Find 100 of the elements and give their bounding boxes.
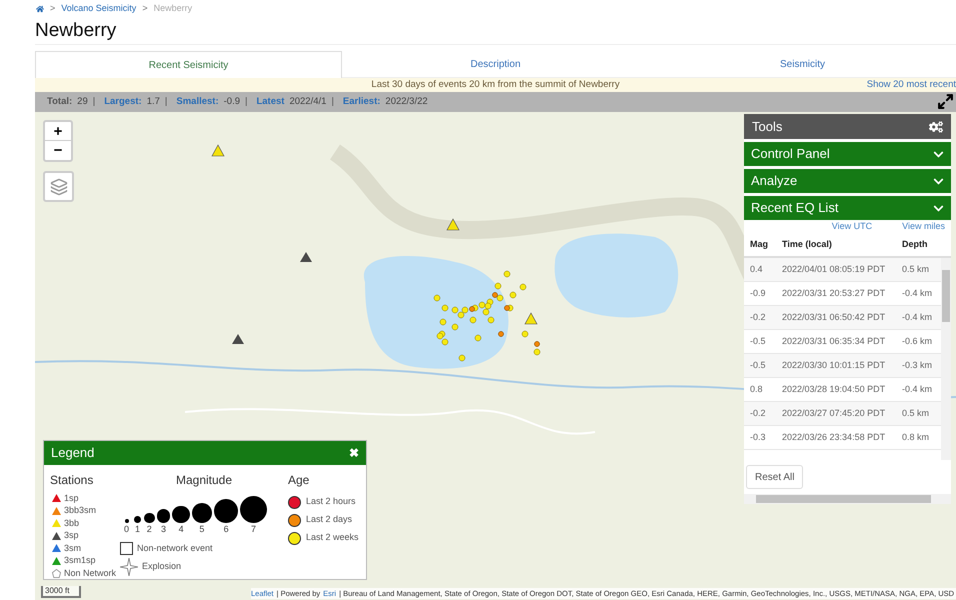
earthquake-dot[interactable] xyxy=(462,306,468,314)
earthquake-dot[interactable] xyxy=(504,270,510,278)
scrollbar-thumb[interactable] xyxy=(756,495,931,503)
square-icon xyxy=(120,542,133,556)
earthquake-dot[interactable] xyxy=(492,292,498,298)
accordion-header[interactable]: Analyze xyxy=(744,169,951,193)
table-cell-text: 2022/03/31 20:53:27 PDT xyxy=(782,286,886,300)
eq-list-row[interactable]: -0.2 2022/03/31 06:50:42 PDT -0.4 km xyxy=(744,306,941,330)
earthquake-dot[interactable] xyxy=(494,282,502,290)
breadcrumb-current: Newberry xyxy=(154,2,192,16)
table-cell-text: 2022/03/26 23:34:58 PDT xyxy=(782,430,886,444)
scale-bar: 3000 ft xyxy=(41,586,81,598)
tab[interactable]: Recent Seismicity xyxy=(35,51,342,78)
table-cell-text: -0.3 km xyxy=(902,358,932,372)
earthquake-dot[interactable] xyxy=(478,302,486,308)
earthquake-dot[interactable] xyxy=(482,308,490,316)
breadcrumb-separator: > xyxy=(142,2,148,16)
stat-value: -0.9 xyxy=(224,94,240,109)
breadcrumb-link[interactable]: Volcano Seismicity xyxy=(61,2,136,16)
earthquake-dot[interactable] xyxy=(474,334,482,342)
station-triangle-icon[interactable] xyxy=(212,144,224,156)
station-label: 1sp xyxy=(64,492,79,505)
station-triangle-icon[interactable] xyxy=(232,334,244,344)
stations-heading: Stations xyxy=(50,472,94,489)
table-cell-text: 0.5 km xyxy=(902,406,930,420)
table-cell-text: -0.4 km xyxy=(902,382,932,396)
table-cell-text: 0.5 km xyxy=(902,262,930,276)
stat-value: 1.7 xyxy=(146,94,160,109)
table-cell-text: 0.8 km xyxy=(902,430,930,444)
fullscreen-icon[interactable] xyxy=(937,93,954,110)
age-heading: Age xyxy=(288,472,310,489)
earthquake-dot[interactable] xyxy=(534,341,540,347)
accordion-header[interactable]: Recent EQ List xyxy=(744,196,951,220)
view-link[interactable]: View miles xyxy=(902,220,945,234)
table-cell-text: -0.9 xyxy=(750,286,767,300)
stat-value: 29 xyxy=(77,94,88,109)
table-cell-text: 2022/03/27 07:45:20 PDT xyxy=(782,406,886,420)
stat-label: Total: xyxy=(47,94,72,109)
station-triangle-icon[interactable] xyxy=(300,252,312,262)
eq-list-row[interactable]: -0.5 2022/03/30 10:01:15 PDT -0.3 km xyxy=(744,354,941,378)
close-button[interactable]: ✖ xyxy=(349,444,359,462)
reset-all-button[interactable]: Reset All xyxy=(746,465,804,489)
earthquake-dot[interactable] xyxy=(522,330,528,338)
view-link[interactable]: View UTC xyxy=(832,220,872,234)
earthquake-dot[interactable] xyxy=(434,294,440,302)
explosion-star-icon xyxy=(120,558,138,576)
earthquake-dot[interactable] xyxy=(534,348,540,356)
zoom-in-button[interactable]: + xyxy=(45,122,71,141)
earthquake-dot[interactable] xyxy=(452,324,458,330)
magnitude-label: 3 xyxy=(161,525,166,534)
earthquake-dot[interactable] xyxy=(520,284,526,290)
earthquake-dot[interactable] xyxy=(458,312,464,318)
accordion-header[interactable]: Control Panel xyxy=(744,142,951,166)
scrollbar-thumb[interactable] xyxy=(942,270,950,322)
earthquake-dot[interactable] xyxy=(436,332,444,340)
earthquake-dot[interactable] xyxy=(442,338,448,346)
page-title: Newberry xyxy=(35,20,116,40)
show-recent-link[interactable]: Show 20 most recent xyxy=(866,78,956,92)
station-label: 3sp xyxy=(64,529,79,542)
earthquake-dot[interactable] xyxy=(498,331,504,337)
legend-title: Legend xyxy=(51,444,94,462)
layers-button[interactable] xyxy=(43,171,74,202)
earthquake-dot[interactable] xyxy=(469,306,475,312)
table-cell-text: 2022/03/31 06:35:34 PDT xyxy=(782,334,886,348)
stat-label: Smallest: xyxy=(176,94,219,109)
table-cell-text: -0.2 xyxy=(750,310,767,324)
settings-icon[interactable] xyxy=(929,120,943,134)
breadcrumb-separator: > xyxy=(50,2,56,16)
earthquake-dot[interactable] xyxy=(440,318,446,326)
table-cell-text: -0.4 km xyxy=(902,310,932,324)
eq-list-row[interactable]: -0.2 2022/03/27 07:45:20 PDT 0.5 km xyxy=(744,402,941,426)
table-cell-text: 2022/03/30 10:01:15 PDT xyxy=(782,358,886,372)
station-label: Non Network xyxy=(64,566,116,580)
earthquake-dot[interactable] xyxy=(488,316,494,324)
chevron-down-icon xyxy=(933,202,944,214)
earthquake-dot[interactable] xyxy=(470,316,476,324)
zoom-out-button[interactable]: − xyxy=(45,141,71,160)
stat-separator: | xyxy=(245,94,248,109)
stat-separator: | xyxy=(164,94,168,109)
earthquake-dot[interactable] xyxy=(442,304,448,312)
earthquake-dot[interactable] xyxy=(510,292,516,298)
station-triangle-icon[interactable] xyxy=(524,312,538,324)
earthquake-dot[interactable] xyxy=(496,294,504,302)
horizontal-scrollbar[interactable] xyxy=(744,494,951,504)
layers-icon xyxy=(50,178,68,196)
earthquake-dot[interactable] xyxy=(452,306,458,314)
vertical-scrollbar[interactable] xyxy=(941,258,951,460)
earthquake-dot[interactable] xyxy=(458,354,466,362)
eq-list-row[interactable]: 0.4 2022/04/01 08:05:19 PDT 0.5 km xyxy=(744,258,941,282)
stat-value: 2022/4/1 xyxy=(289,94,326,109)
home-icon[interactable] xyxy=(36,5,44,13)
column-header: Time (local) xyxy=(782,238,833,252)
symbol-label: Explosion xyxy=(142,560,182,573)
stat-label: Largest: xyxy=(104,94,142,109)
station-triangle-icon[interactable] xyxy=(446,218,460,230)
magnitude-heading: Magnitude xyxy=(176,472,232,489)
age-label: Last 2 days xyxy=(306,513,352,526)
station-label: 3sm xyxy=(64,542,82,554)
earthquake-dot[interactable] xyxy=(484,302,492,310)
earthquake-dot[interactable] xyxy=(504,305,510,311)
